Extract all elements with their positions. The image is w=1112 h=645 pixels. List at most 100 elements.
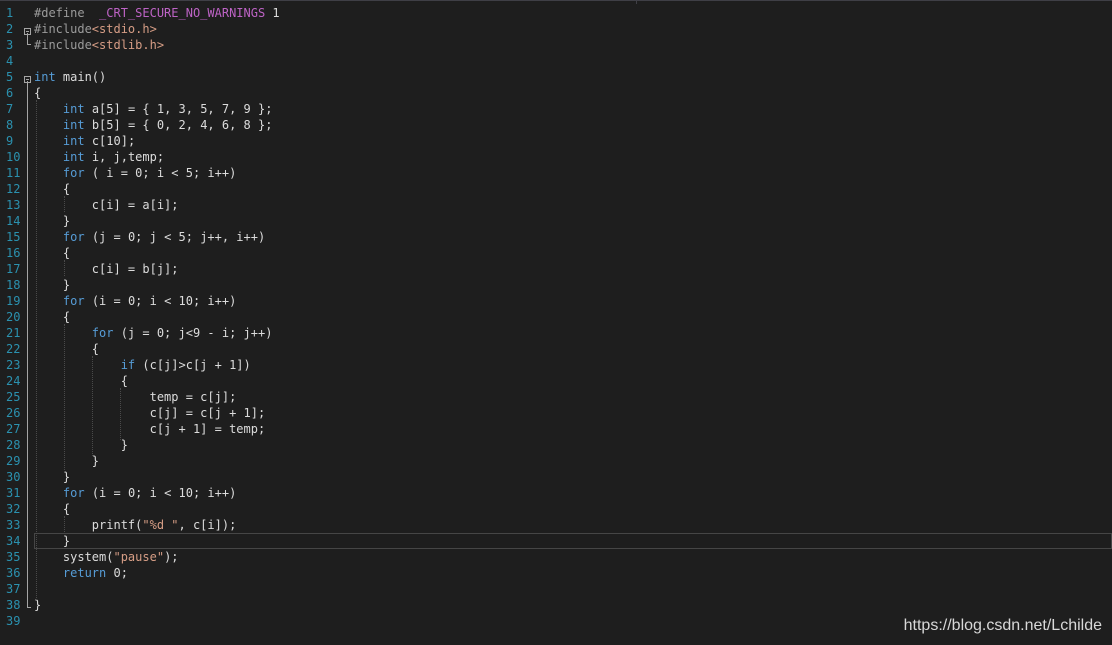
code-line[interactable]: 35 system("pause"); — [0, 549, 1112, 565]
code-token: { — [34, 246, 71, 260]
code-text[interactable]: } — [34, 213, 70, 229]
code-text[interactable]: return 0; — [34, 565, 128, 581]
code-line[interactable]: 19 for (i = 0; i < 10; i++) — [0, 293, 1112, 309]
line-number: 14 — [6, 214, 21, 228]
code-line[interactable]: 27 c[j + 1] = temp; — [0, 421, 1112, 437]
line-number: 13 — [6, 198, 21, 212]
code-line[interactable]: 37 — [0, 581, 1112, 597]
code-line[interactable]: 26 c[j] = c[j + 1]; — [0, 405, 1112, 421]
code-line[interactable]: 16 { — [0, 245, 1112, 261]
code-text[interactable]: int main() — [34, 69, 106, 85]
line-number: 21 — [6, 326, 21, 340]
code-text[interactable]: { — [34, 245, 70, 261]
watermark-url: https://blog.csdn.net/Lchilde — [903, 617, 1102, 634]
code-text[interactable]: { — [34, 85, 41, 101]
code-line[interactable]: 14 } — [0, 213, 1112, 229]
code-text[interactable]: #include<stdlib.h> — [34, 37, 164, 53]
code-text[interactable]: int c[10]; — [34, 133, 135, 149]
code-text[interactable]: { — [34, 341, 99, 357]
code-text[interactable]: int i, j,temp; — [34, 149, 164, 165]
code-token: } — [34, 454, 100, 468]
code-text[interactable]: for ( i = 0; i < 5; i++) — [34, 165, 236, 181]
line-number: 26 — [6, 406, 21, 420]
code-line[interactable]: 7 int a[5] = { 1, 3, 5, 7, 9 }; — [0, 101, 1112, 117]
code-line[interactable]: 11 for ( i = 0; i < 5; i++) — [0, 165, 1112, 181]
code-line[interactable]: 12 { — [0, 181, 1112, 197]
keyword-token: for — [62, 294, 85, 308]
code-line[interactable]: 31 for (i = 0; i < 10; i++) — [0, 485, 1112, 501]
code-line[interactable]: 24 { — [0, 373, 1112, 389]
code-text[interactable]: c[j + 1] = temp; — [34, 421, 266, 437]
code-text[interactable]: if (c[j]>c[j + 1]) — [34, 357, 251, 373]
code-line[interactable]: 30 } — [0, 469, 1112, 485]
code-text[interactable]: } — [34, 533, 70, 549]
code-text[interactable]: c[j] = c[j + 1]; — [34, 405, 266, 421]
code-line[interactable]: 8 int b[5] = { 0, 2, 4, 6, 8 }; — [0, 117, 1112, 133]
code-token: b[5] = { 0, 2, 4, 6, 8 }; — [84, 118, 273, 132]
code-text[interactable]: #include<stdio.h> — [34, 21, 157, 37]
code-line[interactable]: 18 } — [0, 277, 1112, 293]
code-token: system( — [34, 550, 114, 564]
code-line[interactable]: 21 for (j = 0; j<9 - i; j++) — [0, 325, 1112, 341]
code-text[interactable]: for (i = 0; i < 10; i++) — [34, 485, 236, 501]
code-text[interactable]: { — [34, 309, 70, 325]
code-line[interactable]: 29 } — [0, 453, 1112, 469]
code-line[interactable]: 38} — [0, 597, 1112, 613]
code-line[interactable]: 32 { — [0, 501, 1112, 517]
line-number: 31 — [6, 486, 21, 500]
code-line[interactable]: 20 { — [0, 309, 1112, 325]
code-text[interactable]: for (j = 0; j<9 - i; j++) — [34, 325, 273, 341]
code-text[interactable]: } — [34, 453, 99, 469]
line-number: 29 — [6, 454, 21, 468]
code-line[interactable]: 9 int c[10]; — [0, 133, 1112, 149]
keyword-token: int — [62, 150, 85, 164]
code-token: } — [34, 278, 71, 292]
code-line[interactable]: 1 #define _CRT_SECURE_NO_WARNINGS 1 — [0, 5, 1112, 21]
code-line[interactable]: 33 printf("%d ", c[i]); — [0, 517, 1112, 533]
code-line[interactable]: 15 for (j = 0; j < 5; j++, i++) — [0, 229, 1112, 245]
code-token: i, j,temp; — [84, 150, 165, 164]
code-line[interactable]: 6{ — [0, 85, 1112, 101]
code-text[interactable]: { — [34, 181, 70, 197]
code-line[interactable]: 17 c[i] = b[j]; — [0, 261, 1112, 277]
code-token: (i = 0; i < 10; i++) — [84, 294, 237, 308]
code-line[interactable]: 36 return 0; — [0, 565, 1112, 581]
code-token: { — [34, 342, 100, 356]
code-text[interactable]: for (j = 0; j < 5; j++, i++) — [34, 229, 265, 245]
code-line[interactable]: 25 temp = c[j]; — [0, 389, 1112, 405]
code-text[interactable]: #define _CRT_SECURE_NO_WARNINGS 1 — [34, 5, 280, 21]
editor-top-border — [0, 0, 1112, 4]
code-text[interactable]: for (i = 0; i < 10; i++) — [34, 293, 236, 309]
code-text[interactable]: int b[5] = { 0, 2, 4, 6, 8 }; — [34, 117, 273, 133]
code-line[interactable]: 10 int i, j,temp; — [0, 149, 1112, 165]
code-text[interactable]: int a[5] = { 1, 3, 5, 7, 9 }; — [34, 101, 273, 117]
code-text[interactable]: { — [34, 501, 70, 517]
code-text[interactable]: c[i] = b[j]; — [34, 261, 179, 277]
code-line[interactable]: 4 — [0, 53, 1112, 69]
code-line[interactable]: 13 c[i] = a[i]; — [0, 197, 1112, 213]
code-text[interactable]: } — [34, 277, 70, 293]
code-token: main() — [55, 70, 107, 84]
code-line[interactable]: 3 #include<stdlib.h> — [0, 37, 1112, 53]
code-token: a[5] = { 1, 3, 5, 7, 9 }; — [84, 102, 273, 116]
code-token: } — [34, 598, 42, 612]
keyword-token: return — [62, 566, 107, 580]
code-line[interactable]: 23 if (c[j]>c[j + 1]) — [0, 357, 1112, 373]
code-line[interactable]: 28 } — [0, 437, 1112, 453]
code-token: { — [34, 374, 128, 388]
keyword-token: if — [120, 358, 136, 372]
code-text[interactable]: } — [34, 437, 128, 453]
code-line[interactable]: 5 int main() — [0, 69, 1112, 85]
code-text[interactable]: { — [34, 373, 128, 389]
directive-token: #include — [34, 22, 92, 36]
code-text[interactable]: system("pause"); — [34, 549, 179, 565]
code-line[interactable]: 22 { — [0, 341, 1112, 357]
code-token: } — [34, 214, 71, 228]
code-text[interactable]: c[i] = a[i]; — [34, 197, 179, 213]
code-token: } — [34, 438, 128, 452]
code-line[interactable]: 34 } — [0, 533, 1112, 549]
code-line[interactable]: 2 #include<stdio.h> — [0, 21, 1112, 37]
code-editor[interactable]: 1 #define _CRT_SECURE_NO_WARNINGS 1 2 #incl… — [0, 0, 1112, 645]
